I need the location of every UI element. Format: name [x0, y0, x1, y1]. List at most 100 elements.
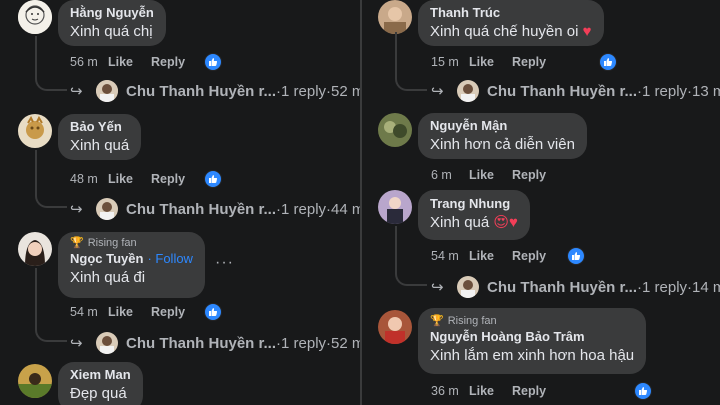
- reply-button[interactable]: Reply: [512, 384, 546, 398]
- like-button[interactable]: Like: [469, 55, 494, 69]
- commenter-name: Ngọc Tuyền · Follow: [70, 250, 193, 268]
- comment-time[interactable]: 48 m: [70, 172, 108, 186]
- reply-button[interactable]: Reply: [151, 305, 185, 319]
- right-comment-panel: Thanh Trúc Xinh quá chế huyền oi ♥ 15 m …: [362, 0, 720, 405]
- comment-bubble: Thanh Trúc Xinh quá chế huyền oi ♥: [418, 0, 604, 46]
- comment-bubble: 🏆 Rising fan Nguyễn Hoàng Bảo Trâm Xinh …: [418, 308, 647, 374]
- avatar[interactable]: [18, 232, 52, 266]
- badge-label: Rising fan: [87, 237, 137, 249]
- commenter-name[interactable]: Hằng Nguyễn: [70, 4, 154, 22]
- reply-button[interactable]: Reply: [512, 55, 546, 69]
- comment-time[interactable]: 54 m: [431, 249, 469, 263]
- commenter-name[interactable]: Nguyễn Hoàng Bảo Trâm: [430, 328, 634, 346]
- comment-time[interactable]: 36 m: [431, 384, 469, 398]
- comment-text-body: Xinh quá: [430, 214, 490, 231]
- reply-preview[interactable]: ↪ Chu Thanh Huyền r... · 1 reply · 13 m: [431, 80, 720, 102]
- reply-button[interactable]: Reply: [151, 172, 185, 186]
- reply-count: 1 reply: [281, 334, 327, 352]
- comment-time[interactable]: 56 m: [70, 55, 108, 69]
- thumbs-up-icon[interactable]: [567, 247, 585, 265]
- more-options-icon[interactable]: ···: [215, 254, 234, 272]
- reply-time: 52 m: [331, 82, 360, 100]
- comment-text: Xinh hơn cả diễn viên: [430, 136, 575, 153]
- heart-emoji: ♥: [582, 23, 592, 40]
- comment-actions: 56 m Like Reply: [70, 55, 203, 69]
- reply-author: Chu Thanh Huyền r...: [126, 82, 277, 100]
- comment-actions: 54 m Like Reply: [70, 305, 203, 319]
- reply-count: 1 reply: [281, 200, 327, 218]
- comment-actions: 6 m Like Reply: [431, 168, 564, 182]
- like-button[interactable]: Like: [469, 249, 494, 263]
- reply-time: 52 m: [331, 334, 360, 352]
- avatar[interactable]: [18, 364, 52, 398]
- heart-eyes-emoji: 😍♥: [493, 214, 518, 231]
- reply-count: 1 reply: [281, 82, 327, 100]
- comment-text-body: Xinh quá chế huyền oi: [430, 23, 579, 40]
- like-button[interactable]: Like: [469, 384, 494, 398]
- reply-author: Chu Thanh Huyền r...: [126, 334, 277, 352]
- comment-text: Xinh quá: [70, 137, 130, 154]
- avatar[interactable]: [18, 0, 52, 34]
- thumbs-up-icon[interactable]: [634, 382, 652, 400]
- thread-line: [35, 268, 67, 342]
- reply-button[interactable]: Reply: [512, 249, 546, 263]
- avatar[interactable]: [378, 113, 412, 147]
- follow-button[interactable]: · Follow: [147, 251, 193, 266]
- trophy-icon: 🏆: [430, 315, 444, 327]
- rising-fan-badge: 🏆 Rising fan: [70, 236, 193, 250]
- reply-button[interactable]: Reply: [151, 55, 185, 69]
- avatar[interactable]: [18, 114, 52, 148]
- reply-author: Chu Thanh Huyền r...: [487, 82, 638, 100]
- thumbs-up-icon[interactable]: [204, 303, 222, 321]
- reply-preview[interactable]: ↪ Chu Thanh Huyền r... · 1 reply · 52 m: [70, 80, 360, 102]
- like-button[interactable]: Like: [108, 305, 133, 319]
- commenter-name[interactable]: Thanh Trúc: [430, 4, 592, 22]
- reply-time: 14 m: [692, 278, 720, 296]
- comment-bubble: Bảo Yến Xinh quá: [58, 114, 142, 160]
- avatar[interactable]: [378, 310, 412, 344]
- reply-preview[interactable]: ↪ Chu Thanh Huyền r... · 1 reply · 52 m: [70, 332, 360, 354]
- comment-time[interactable]: 54 m: [70, 305, 108, 319]
- avatar: [457, 276, 479, 298]
- reply-button[interactable]: Reply: [512, 168, 546, 182]
- comment-time[interactable]: 15 m: [431, 55, 469, 69]
- comment-text: Xinh lắm em xinh hơn hoa hậu: [430, 347, 635, 364]
- thumbs-up-icon[interactable]: [204, 53, 222, 71]
- commenter-name[interactable]: Xiem Man: [70, 366, 131, 384]
- comment-bubble: Xiem Man Đẹp quá: [58, 362, 143, 405]
- rising-fan-badge: 🏆 Rising fan: [430, 314, 634, 328]
- reply-arrow-icon: ↪: [431, 83, 444, 100]
- comment-bubble: Hằng Nguyễn Xinh quá chị: [58, 0, 166, 46]
- thread-line: [395, 32, 427, 91]
- commenter-name-text[interactable]: Ngọc Tuyền: [70, 251, 143, 266]
- comment-text: Xinh quá đi: [70, 269, 146, 286]
- like-button[interactable]: Like: [108, 172, 133, 186]
- comment-text: Xinh quá chế huyền oi ♥: [430, 22, 592, 42]
- thread-line: [35, 36, 67, 91]
- thumbs-up-icon[interactable]: [599, 53, 617, 71]
- avatar: [96, 332, 118, 354]
- comment-actions: 15 m Like Reply: [431, 55, 564, 69]
- thumbs-up-icon[interactable]: [204, 170, 222, 188]
- avatar[interactable]: [378, 0, 412, 34]
- comment-actions: 48 m Like Reply: [70, 172, 203, 186]
- comment-time[interactable]: 6 m: [431, 168, 469, 182]
- commenter-name[interactable]: Nguyễn Mận: [430, 117, 575, 135]
- like-button[interactable]: Like: [469, 168, 494, 182]
- avatar[interactable]: [378, 190, 412, 224]
- reply-preview[interactable]: ↪ Chu Thanh Huyền r... · 1 reply · 44 m: [70, 198, 360, 220]
- reply-preview[interactable]: ↪ Chu Thanh Huyền r... · 1 reply · 14 m: [431, 276, 720, 298]
- commenter-name[interactable]: Bảo Yến: [70, 118, 129, 136]
- like-button[interactable]: Like: [108, 55, 133, 69]
- commenter-name[interactable]: Trang Nhung: [430, 195, 518, 213]
- badge-label: Rising fan: [447, 315, 497, 327]
- avatar: [96, 80, 118, 102]
- trophy-icon: 🏆: [70, 237, 84, 249]
- reply-arrow-icon: ↪: [70, 201, 83, 218]
- avatar: [96, 198, 118, 220]
- left-comment-panel: Hằng Nguyễn Xinh quá chị 56 m Like Reply…: [0, 0, 360, 405]
- avatar: [457, 80, 479, 102]
- reply-count: 1 reply: [642, 82, 688, 100]
- reply-arrow-icon: ↪: [70, 335, 83, 352]
- reply-arrow-icon: ↪: [431, 279, 444, 296]
